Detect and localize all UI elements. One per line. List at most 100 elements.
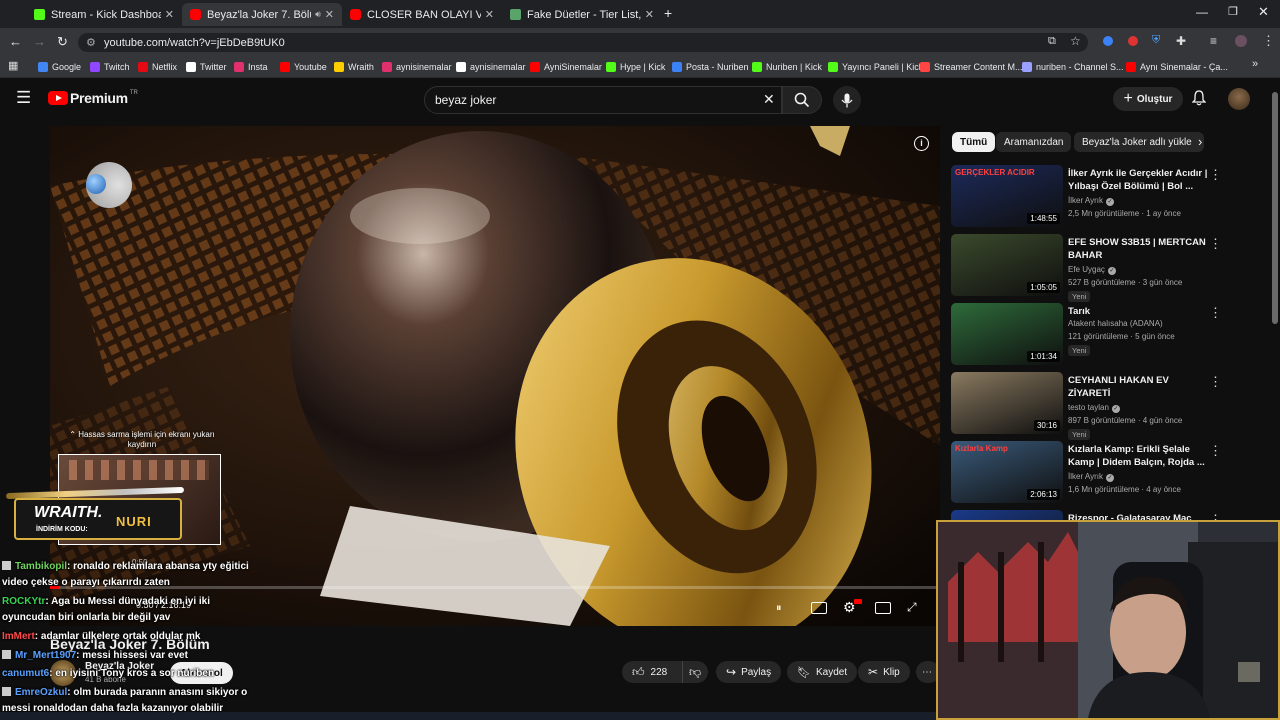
reload-icon[interactable]: ↻ [57, 34, 68, 50]
bookmark-item[interactable]: aynisinemalar [382, 59, 452, 75]
video-thumbnail[interactable] [951, 510, 1063, 520]
browser-tab[interactable]: Stream - Kick Dashboard ✕ [26, 3, 182, 26]
bookmark-item[interactable]: Wraith [334, 59, 374, 75]
browser-tab[interactable]: Beyaz'la Joker 7. Bölüm - Yo 🔊︎ ✕ [182, 3, 342, 26]
forward-icon[interactable]: → [33, 34, 46, 49]
chat-username[interactable]: Tambikopil [15, 561, 67, 572]
browser-tab[interactable]: Fake Düetler - Tier List, Kör Sıra ✕ [502, 3, 662, 26]
voice-search-button[interactable] [833, 86, 861, 114]
filter-chip[interactable]: Aramanızdan [996, 132, 1072, 152]
video-title[interactable]: CEYHANLI HAKAN EV ZİYARETİ [1068, 374, 1208, 400]
bookmark-item[interactable]: Google [38, 59, 81, 75]
notifications-bell-icon[interactable] [1191, 90, 1207, 109]
clip-button[interactable]: ✂ Klip [858, 661, 910, 683]
star-icon[interactable]: ☆ [1070, 34, 1081, 48]
tab-close-icon[interactable]: ✕ [485, 8, 494, 21]
bookmark-item[interactable]: Twitch [90, 59, 130, 75]
apps-icon[interactable]: ▦ [8, 59, 18, 72]
bookmark-item[interactable]: aynisinemalar [456, 59, 526, 75]
scrollbar[interactable] [1272, 92, 1278, 324]
chat-username[interactable]: canumut6 [2, 668, 49, 679]
video-player[interactable]: i 0:50 / 2:16:19 ⏸ ⚙ ⤢ [50, 126, 940, 626]
tab-close-icon[interactable]: ✕ [325, 8, 334, 21]
bookmark-item[interactable]: nuriben - Channel S... [1022, 59, 1124, 75]
video-more-icon[interactable]: ⋮ [1209, 512, 1222, 520]
video-channel[interactable]: Efe Uygaç ✓ [1068, 265, 1116, 275]
subtitles-icon[interactable] [811, 602, 827, 614]
like-button[interactable]: 👍︎ 228 [622, 661, 682, 683]
video-title[interactable]: İlker Ayrık ile Gerçekler Acıdır | Yılba… [1068, 167, 1208, 193]
video-title[interactable]: Kızlarla Kamp: Erikli Şelale Kamp | Dide… [1068, 443, 1208, 469]
bookmark-item[interactable]: Twitter [186, 59, 227, 75]
extension-icon[interactable] [1103, 36, 1113, 46]
video-thumbnail[interactable]: 1:05:05 [951, 234, 1063, 296]
chips-next-icon[interactable]: › [1198, 134, 1202, 149]
dislike-button[interactable]: 👎︎ [682, 661, 708, 683]
bookmark-item[interactable]: Posta - Nuriben [672, 59, 749, 75]
video-more-icon[interactable]: ⋮ [1209, 236, 1222, 252]
video-more-icon[interactable]: ⋮ [1209, 374, 1222, 390]
video-thumbnail[interactable]: GERÇEKLER ACIDIR 1:48:55 [951, 165, 1063, 227]
clear-search-icon[interactable]: ✕ [763, 91, 775, 108]
video-channel[interactable]: İlker Ayrık ✓ [1068, 472, 1114, 482]
recommended-video[interactable]: Kızlarla Kamp 2:06:13 Kızlarla Kamp: Erikl… [951, 441, 1251, 505]
info-icon[interactable]: i [914, 136, 929, 151]
speaker-icon[interactable]: 🔊︎ [315, 9, 321, 20]
pause-icon[interactable]: ⏸ [776, 602, 782, 615]
video-thumbnail[interactable]: 1:01:34 [951, 303, 1063, 365]
extension-icon[interactable] [1128, 36, 1138, 46]
bookmark-item[interactable]: Yayıncı Paneli | Kick [828, 59, 923, 75]
chat-username[interactable]: EmreOzkul [15, 687, 67, 698]
recommended-video[interactable]: 1:01:34 Tarık Atakent halısaha (ADANA) 121 … [951, 303, 1251, 367]
video-more-icon[interactable]: ⋮ [1209, 167, 1222, 183]
close-window-button[interactable]: ✕ [1258, 4, 1269, 20]
miniplayer-icon[interactable] [875, 602, 891, 614]
recommended-video[interactable]: Rizespor - Galatasaray Mac ⋮ [951, 510, 1251, 520]
more-bookmarks-icon[interactable]: » [1252, 58, 1258, 70]
fullscreen-icon[interactable]: ⤢ [907, 600, 917, 615]
install-icon[interactable]: ⧉ [1048, 35, 1056, 48]
video-more-icon[interactable]: ⋮ [1209, 305, 1222, 321]
chat-username[interactable]: Mr_Mert1907 [15, 650, 76, 661]
profile-avatar[interactable] [1235, 35, 1247, 47]
bookmark-item[interactable]: Aynı Sinemalar - Ça... [1126, 59, 1228, 75]
bookmark-item[interactable]: Streamer Content M... [920, 59, 1023, 75]
restore-button[interactable]: ❐ [1228, 5, 1238, 18]
minimize-button[interactable]: — [1196, 5, 1208, 19]
chat-username[interactable]: ROCKYtr [2, 596, 45, 607]
video-title[interactable]: Tarık [1068, 305, 1208, 318]
tab-close-icon[interactable]: ✕ [165, 8, 174, 21]
create-button[interactable]: + Oluştur [1113, 87, 1183, 111]
puzzle-icon[interactable]: ✚ [1176, 34, 1186, 48]
recommended-video[interactable]: 30:16 CEYHANLI HAKAN EV ZİYARETİ testo tay… [951, 372, 1251, 440]
filter-chip[interactable]: Beyaz'la Joker adlı yükle [1074, 132, 1204, 152]
progress-bar[interactable] [50, 586, 940, 589]
bookmark-item[interactable]: Insta [234, 59, 268, 75]
recommended-video[interactable]: 1:05:05 EFE SHOW S3B15 | MERTCAN BAHAR Efe… [951, 234, 1251, 302]
bookmark-item[interactable]: Nuriben | Kick [752, 59, 822, 75]
recommended-video[interactable]: GERÇEKLER ACIDIR 1:48:55 İlker Ayrık ile G… [951, 165, 1251, 229]
bookmark-item[interactable]: Netflix [138, 59, 177, 75]
filter-chip[interactable]: Tümü [952, 132, 996, 152]
share-button[interactable]: ↪ Paylaş [716, 661, 782, 683]
user-avatar[interactable] [1228, 88, 1250, 110]
search-input[interactable]: beyaz joker ✕ [424, 86, 782, 114]
back-icon[interactable]: ← [9, 34, 22, 49]
new-tab-button[interactable]: + [664, 5, 672, 21]
media-icon[interactable]: ≡ [1210, 34, 1217, 48]
browser-menu-icon[interactable]: ⋮ [1262, 33, 1275, 49]
video-channel[interactable]: Atakent halısaha (ADANA) [1068, 319, 1163, 328]
shield-icon[interactable]: ⛨ [1152, 34, 1160, 47]
bookmark-item[interactable]: Hype | Kick [606, 59, 665, 75]
youtube-logo[interactable]: Premium TR [48, 90, 138, 106]
save-button[interactable]: 🔖︎ Kaydet [787, 661, 858, 683]
tab-close-icon[interactable]: ✕ [645, 8, 654, 21]
search-button[interactable] [782, 86, 822, 114]
chat-username[interactable]: ImMert [2, 631, 35, 642]
bookmark-item[interactable]: Youtube [280, 59, 327, 75]
site-info-icon[interactable]: ⚙ [86, 36, 96, 49]
url-bar[interactable]: ⚙ youtube.com/watch?v=jEbDeB9tUK0 [78, 33, 1088, 52]
video-title[interactable]: EFE SHOW S3B15 | MERTCAN BAHAR [1068, 236, 1208, 262]
browser-tab[interactable]: CLOSER BAN OLAYI VE SONRA ✕ [342, 3, 502, 26]
video-more-icon[interactable]: ⋮ [1209, 443, 1222, 459]
